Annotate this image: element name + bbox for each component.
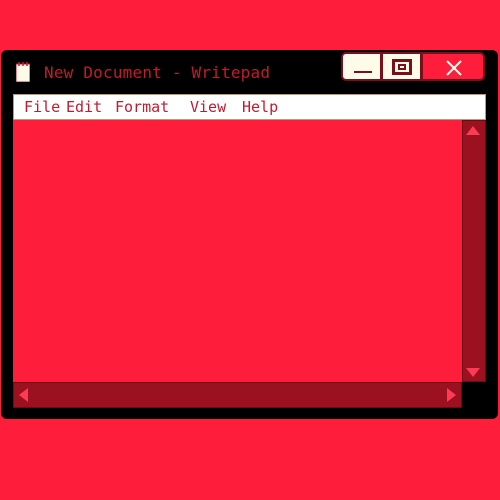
menu-view[interactable]: View (190, 97, 226, 117)
minimize-icon (354, 71, 372, 73)
menu-file[interactable]: File (24, 97, 60, 117)
close-button[interactable] (421, 52, 485, 81)
menu-help[interactable]: Help (242, 97, 278, 117)
window-title: New Document - Writepad (44, 63, 271, 82)
minimize-button[interactable] (341, 52, 382, 81)
menu-bar: File Edit Format View Help (13, 94, 486, 120)
scroll-left-arrow-icon[interactable] (19, 388, 28, 402)
maximize-button[interactable] (381, 52, 422, 81)
menu-edit[interactable]: Edit (66, 97, 102, 117)
scroll-right-arrow-icon[interactable] (447, 388, 456, 402)
scrollbar-corner (462, 382, 486, 408)
vertical-scrollbar[interactable] (462, 120, 486, 382)
menu-format[interactable]: Format (115, 97, 169, 117)
text-editor-area[interactable] (13, 120, 462, 382)
desktop-background: New Document - Writepad File Edit Format… (0, 0, 500, 500)
scroll-down-arrow-icon[interactable] (466, 368, 480, 377)
horizontal-scrollbar[interactable] (13, 382, 462, 408)
scroll-up-arrow-icon[interactable] (466, 126, 480, 135)
notepad-icon (15, 62, 31, 83)
maximize-icon (392, 59, 412, 75)
